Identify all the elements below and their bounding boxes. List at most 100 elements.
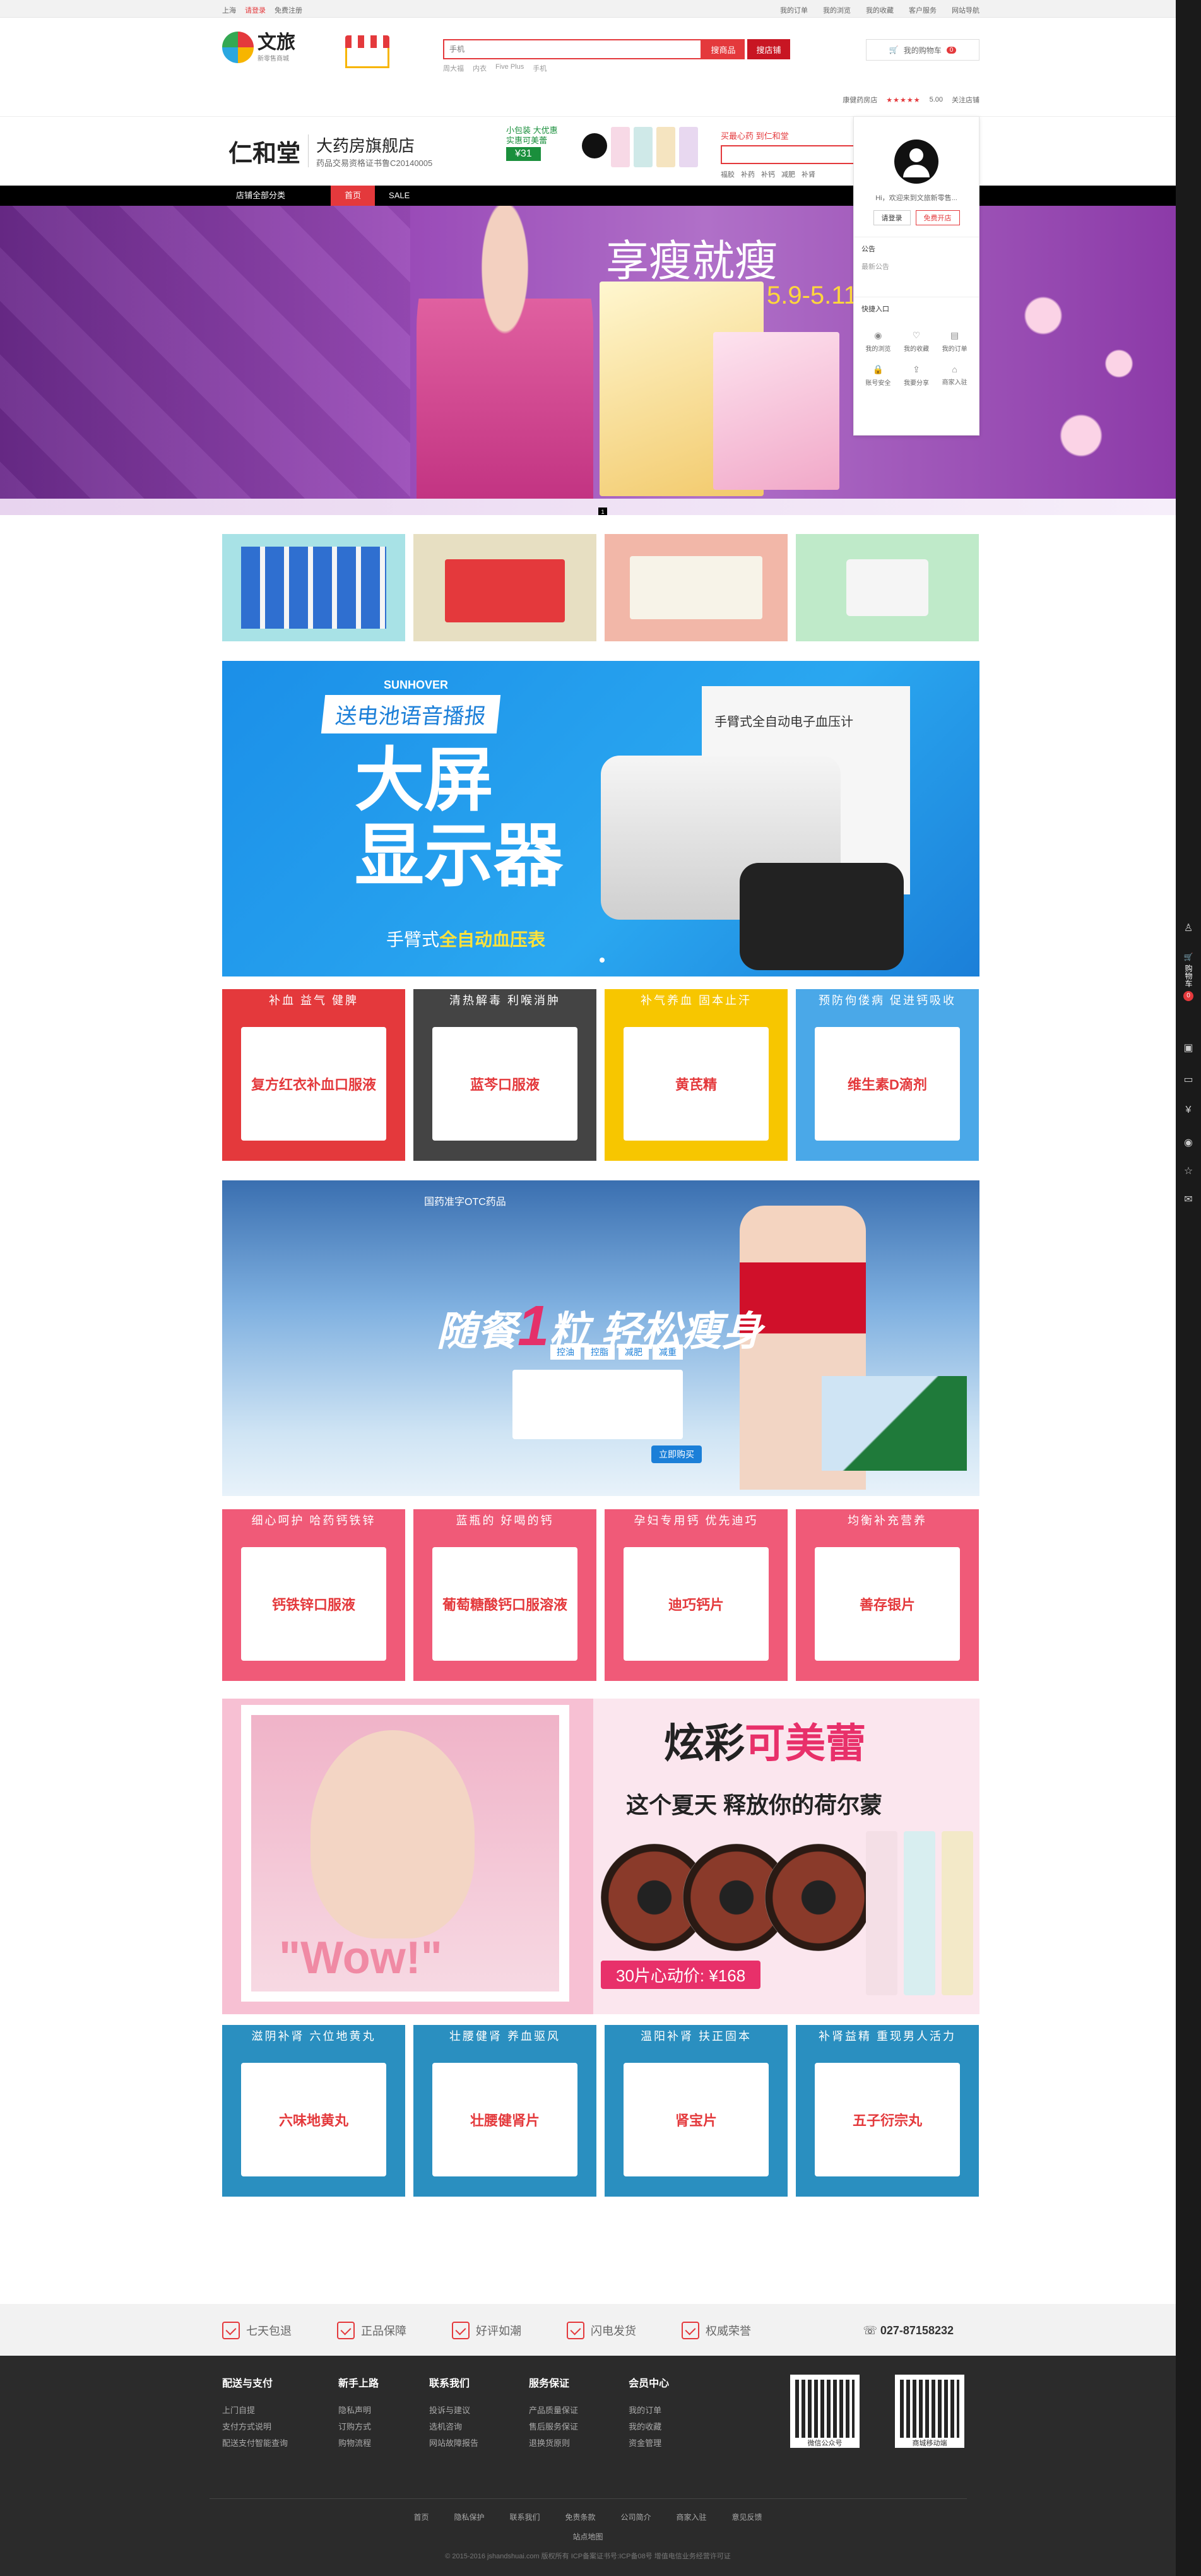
popup-open-shop-button[interactable]: 免费开店 [915,210,960,225]
quick-favorites[interactable]: ♡ 我的收藏 [897,330,936,353]
footer-link[interactable]: 选机咨询 [429,2419,478,2435]
footer-link[interactable]: 资金管理 [629,2435,669,2452]
nav-home[interactable]: 首页 [331,186,376,206]
store-tag[interactable]: 福胶 [721,169,735,179]
hot-word[interactable]: 手机 [533,63,547,73]
footer-link[interactable]: 首页 [413,2512,429,2522]
carousel-dot[interactable]: 1 [598,507,607,515]
footer-link[interactable]: 产品质量保证 [529,2402,578,2419]
category-card[interactable]: 温阳补肾 扶正固本 肾宝片 [605,2025,788,2197]
quick-share[interactable]: ⇪ 我要分享 [897,364,936,387]
footer-link[interactable]: 我的收藏 [629,2419,669,2435]
product-thumb[interactable] [222,534,405,641]
category-card[interactable]: 清热解毒 利喉消肿 蓝芩口服液 [413,989,596,1161]
asset-icon[interactable]: ▣ [1176,1042,1201,1054]
store-promo[interactable]: 小包装 大优惠 实惠可美蕾 ¥31 [506,126,698,180]
footer-link[interactable]: 网站故障报告 [429,2435,478,2452]
star-icon[interactable]: ☆ [1176,1165,1201,1177]
my-favorites-link[interactable]: 我的收藏 [866,5,894,15]
quick-orders[interactable]: ▤ 我的订单 [935,330,974,353]
notice-item[interactable]: 最新公告 [861,261,971,271]
footer-link[interactable]: 商家入驻 [677,2512,707,2522]
location[interactable]: 上海 [222,5,236,15]
eye-icon[interactable]: ◉ [1176,1136,1201,1149]
footer-link[interactable]: 投诉与建议 [429,2402,478,2419]
quick-history[interactable]: ◉ 我的浏览 [859,330,897,353]
hot-word[interactable]: 内衣 [473,63,487,73]
hot-word[interactable]: Five Plus [495,63,524,73]
store-tag[interactable]: 补钙 [761,169,775,179]
logo-icon [222,32,254,63]
product-thumb[interactable] [605,534,788,641]
footer-link[interactable]: 我的订单 [629,2402,669,2419]
store-search-input[interactable] [721,145,860,164]
footer-link[interactable]: 联系我们 [509,2512,540,2522]
popup-login-button[interactable]: 请登录 [873,210,911,225]
sitemap-link[interactable]: 站点地图 [0,2531,1176,2542]
footer-link[interactable]: 支付方式说明 [222,2419,288,2435]
nav-sale[interactable]: SALE [375,186,423,206]
hero-banner[interactable]: 享瘦就瘦 5.9-5.11 1 [0,206,1176,515]
store-brand[interactable]: 仁和堂 大药房旗舰店 药品交易资格证书鲁C20140005 [228,133,432,169]
category-card[interactable]: 蓝瓶的 好喝的钙 葡萄糖酸钙口服溶液 [413,1509,596,1681]
my-orders-link[interactable]: 我的订单 [780,5,808,15]
category-card[interactable]: 细心呵护 哈药钙铁锌 钙铁锌口服液 [222,1509,405,1681]
footer-link[interactable]: 隐私声明 [338,2402,379,2419]
footer-column-title: 联系我们 [429,2378,470,2389]
site-logo[interactable]: 文旅 新零售商城 [222,32,295,63]
category-card[interactable]: 壮腰健肾 养血驱风 壮腰健肾片 [413,2025,596,2197]
bp-monitor-banner[interactable]: SUNHOVER 送电池语音播报 手臂式全自动电子血压计 大屏 显示器 手臂式全… [222,661,979,976]
search-goods-button[interactable]: 搜商品 [702,39,745,59]
lens-banner[interactable]: "Wow!" 炫彩可美蕾 这个夏天 释放你的荷尔蒙 30片心动价: ¥168 [222,1699,979,2014]
footer-link[interactable]: 退换货原则 [529,2435,578,2452]
footer-link[interactable]: 售后服务保证 [529,2419,578,2435]
quick-merchant[interactable]: ⌂ 商家入驻 [935,364,974,387]
footer-link[interactable]: 意见反馈 [732,2512,762,2522]
product-thumb[interactable] [796,534,979,641]
nav-all-categories[interactable]: 店铺全部分类 [222,186,299,206]
sidebar-cart[interactable]: 🛒 购物车 0 [1176,952,1201,1001]
avatar[interactable] [894,139,938,184]
footer-link[interactable]: 上门自提 [222,2402,288,2419]
search-shop-button[interactable]: 搜店铺 [747,39,790,59]
category-card[interactable]: 补血 益气 健脾 复方红衣补血口服液 [222,989,405,1161]
site-nav-link[interactable]: 网站导航 [952,5,979,15]
footer-link[interactable]: 配送支付智能查询 [222,2435,288,2452]
category-card[interactable]: 预防佝偻病 促进钙吸收 维生素D滴剂 [796,989,979,1161]
follow-shop-link[interactable]: 关注店铺 [952,95,979,105]
category-card[interactable]: 均衡补充营养 善存银片 [796,1509,979,1681]
store-tag[interactable]: 减肥 [781,169,795,179]
footer-link[interactable]: 隐私保护 [454,2512,484,2522]
mail-icon[interactable]: ✉ [1176,1193,1201,1206]
register-link[interactable]: 免费注册 [275,5,302,15]
my-history-link[interactable]: 我的浏览 [823,5,851,15]
store-tag[interactable]: 补药 [741,169,755,179]
customer-service-link[interactable]: 客户服务 [909,5,937,15]
hot-word[interactable]: 周大福 [443,63,464,73]
slim-banner[interactable]: 国药准字OTC药品 随餐1粒 轻松瘦身 控油 控脂 减肥 减重 立即购买 [222,1180,979,1496]
category-card[interactable]: 滋阴补肾 六位地黄丸 六味地黄丸 [222,2025,405,2197]
category-card[interactable]: 补肾益精 重现男人活力 五子衍宗丸 [796,2025,979,2197]
footer-column: 联系我们投诉与建议 选机咨询 网站故障报告 [429,2375,478,2452]
carousel-dot[interactable] [600,958,605,963]
product-thumb[interactable] [413,534,596,641]
coupon-icon[interactable]: ¥ [1176,1105,1201,1116]
top-bar: 上海 请登录 免费注册 我的订单 我的浏览 我的收藏 客户服务 网站导航 [0,0,1176,18]
search-input[interactable] [443,39,702,59]
category-card[interactable]: 孕妇专用钙 优先迪巧 迪巧钙片 [605,1509,788,1681]
shop-name[interactable]: 康健药房店 [843,95,877,105]
footer-link[interactable]: 免责条款 [565,2512,595,2522]
message-icon[interactable]: ▭ [1176,1073,1201,1086]
footer-link[interactable]: 购物流程 [338,2435,379,2452]
logo-name: 文旅 [257,32,295,53]
buy-now-button[interactable]: 立即购买 [651,1445,702,1463]
store-tag[interactable]: 补肾 [802,169,815,179]
cart-button[interactable]: 🛒 我的购物车 0 [866,39,979,61]
user-icon[interactable]: ♙ [1176,922,1201,934]
qr-wechat: 微信公众号 [790,2375,860,2448]
quick-security[interactable]: 🔒 账号安全 [859,364,897,387]
footer-link[interactable]: 公司简介 [621,2512,651,2522]
login-link[interactable]: 请登录 [245,5,266,15]
footer-link[interactable]: 订购方式 [338,2419,379,2435]
category-card[interactable]: 补气养血 固本止汗 黄芪精 [605,989,788,1161]
